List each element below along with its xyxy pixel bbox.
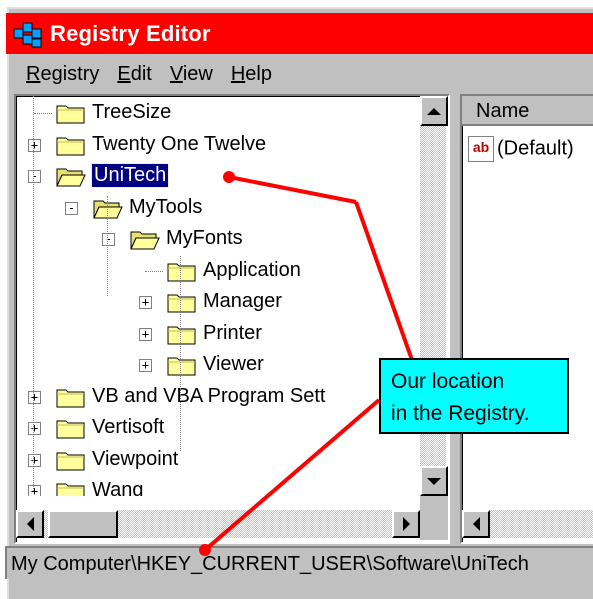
folder-icon [167,354,197,376]
tree-item-label: Printer [203,321,262,344]
menu-help[interactable]: Help [231,63,272,91]
scroll-up-button[interactable] [420,96,448,126]
folder-icon [167,323,197,345]
tree-item-label: TreeSize [92,101,172,123]
title-bar[interactable]: Registry Editor [6,13,593,54]
scroll-down-button[interactable] [420,466,448,496]
tree-item[interactable]: + Printer [16,320,416,350]
tree-item[interactable]: TreeSize [16,99,416,129]
tree-item[interactable]: + Twenty One Twelve [16,131,416,161]
folder-icon [56,102,86,124]
horizontal-scroll-thumb[interactable] [48,510,118,538]
column-header-name[interactable]: Name [462,96,593,126]
tree-connector [180,256,181,451]
arrow-up-icon [427,107,441,115]
tree-item-label: Viewer [203,353,264,375]
expand-icon[interactable]: + [28,138,41,152]
tree-item-label: MyTools [129,195,203,218]
tree-item[interactable]: - UniTech [16,162,416,192]
tree-connector [107,196,108,296]
folder-icon [167,291,197,313]
open-folder-icon [56,165,86,187]
folder-icon [56,386,86,408]
folder-icon [56,134,86,156]
tree-item[interactable]: + Viewpoint [16,446,416,476]
tree-item-label: UniTech [90,163,170,188]
tree-item[interactable]: + VB and VBA Program Sett [16,383,416,413]
expand-icon[interactable]: + [139,296,152,309]
tree-item-label: Manager [203,290,282,312]
menu-view[interactable]: View [170,63,213,91]
menu-bar: Registry Edit View Help [26,63,272,91]
tree-item-label: Vertisoft [92,416,165,438]
scrollbar-corner [420,496,448,540]
tree-item[interactable]: + Viewer [16,351,416,381]
callout-box: Our location in the Registry. [379,358,569,434]
tree-item-label: Viewpoint [92,447,179,470]
folder-icon [56,480,86,496]
status-bar: My Computer\HKEY_CURRENT_USER\Software\U… [5,546,593,579]
expand-icon[interactable]: + [28,485,41,496]
registry-editor-icon [12,19,46,49]
tree-item[interactable]: - MyTools [16,194,416,224]
callout-line-1: Our location [391,370,505,393]
tree-item-label: Twenty One Twelve [92,132,267,155]
key-tree: TreeSize + Twenty One Twelve - UniTech - MyToo… [16,96,416,496]
tree-connector [145,270,163,272]
arrow-left-icon [472,517,480,531]
tree-horizontal-scrollbar[interactable] [16,510,420,538]
open-folder-icon [130,228,160,250]
key-tree-pane[interactable]: TreeSize + Twenty One Twelve - UniTech - MyToo… [14,94,450,544]
tree-item[interactable]: + Vertisoft [16,414,416,444]
tree-item[interactable]: + Manager [16,288,416,318]
tree-vertical-scrollbar[interactable] [420,96,448,496]
list-scroll-left-button[interactable] [462,510,490,538]
tree-item-label: MyFonts [166,227,243,249]
expand-icon[interactable]: + [28,390,41,404]
collapse-icon[interactable]: - [102,233,115,246]
tree-item-label: Application [203,258,301,281]
scroll-left-button[interactable] [16,510,44,538]
expand-icon[interactable]: + [139,327,152,341]
expand-icon[interactable]: + [28,453,41,467]
menu-registry[interactable]: Registry [26,63,99,91]
arrow-right-icon [402,517,410,531]
value-name: (Default) [497,137,574,160]
folder-icon [167,260,197,282]
tree-item[interactable]: Application [16,257,416,287]
tree-connector [34,113,52,114]
arrow-left-icon [26,517,34,531]
tree-item[interactable]: - MyFonts [16,225,416,255]
open-folder-icon [93,197,123,219]
string-value-icon: ab [468,136,494,162]
values-list-pane[interactable]: Name ab (Default) [460,94,593,544]
tree-item[interactable]: + Wang [16,477,416,496]
list-horizontal-scrollbar[interactable] [462,510,593,538]
folder-icon [56,449,86,471]
arrow-down-icon [427,477,441,485]
collapse-icon[interactable]: - [28,170,41,183]
window-title: Registry Editor [50,20,211,46]
tree-item-label: VB and VBA Program Sett [92,384,326,407]
callout-line-2: in the Registry. [391,402,530,425]
expand-icon[interactable]: + [28,422,41,435]
collapse-icon[interactable]: - [65,201,78,215]
tree-item-label: Wang [92,479,144,496]
expand-icon[interactable]: + [139,359,152,372]
list-item[interactable]: ab (Default) [468,136,574,162]
menu-edit[interactable]: Edit [117,63,151,91]
folder-icon [56,417,86,439]
scroll-right-button[interactable] [392,510,420,538]
tree-connector [33,96,34,491]
